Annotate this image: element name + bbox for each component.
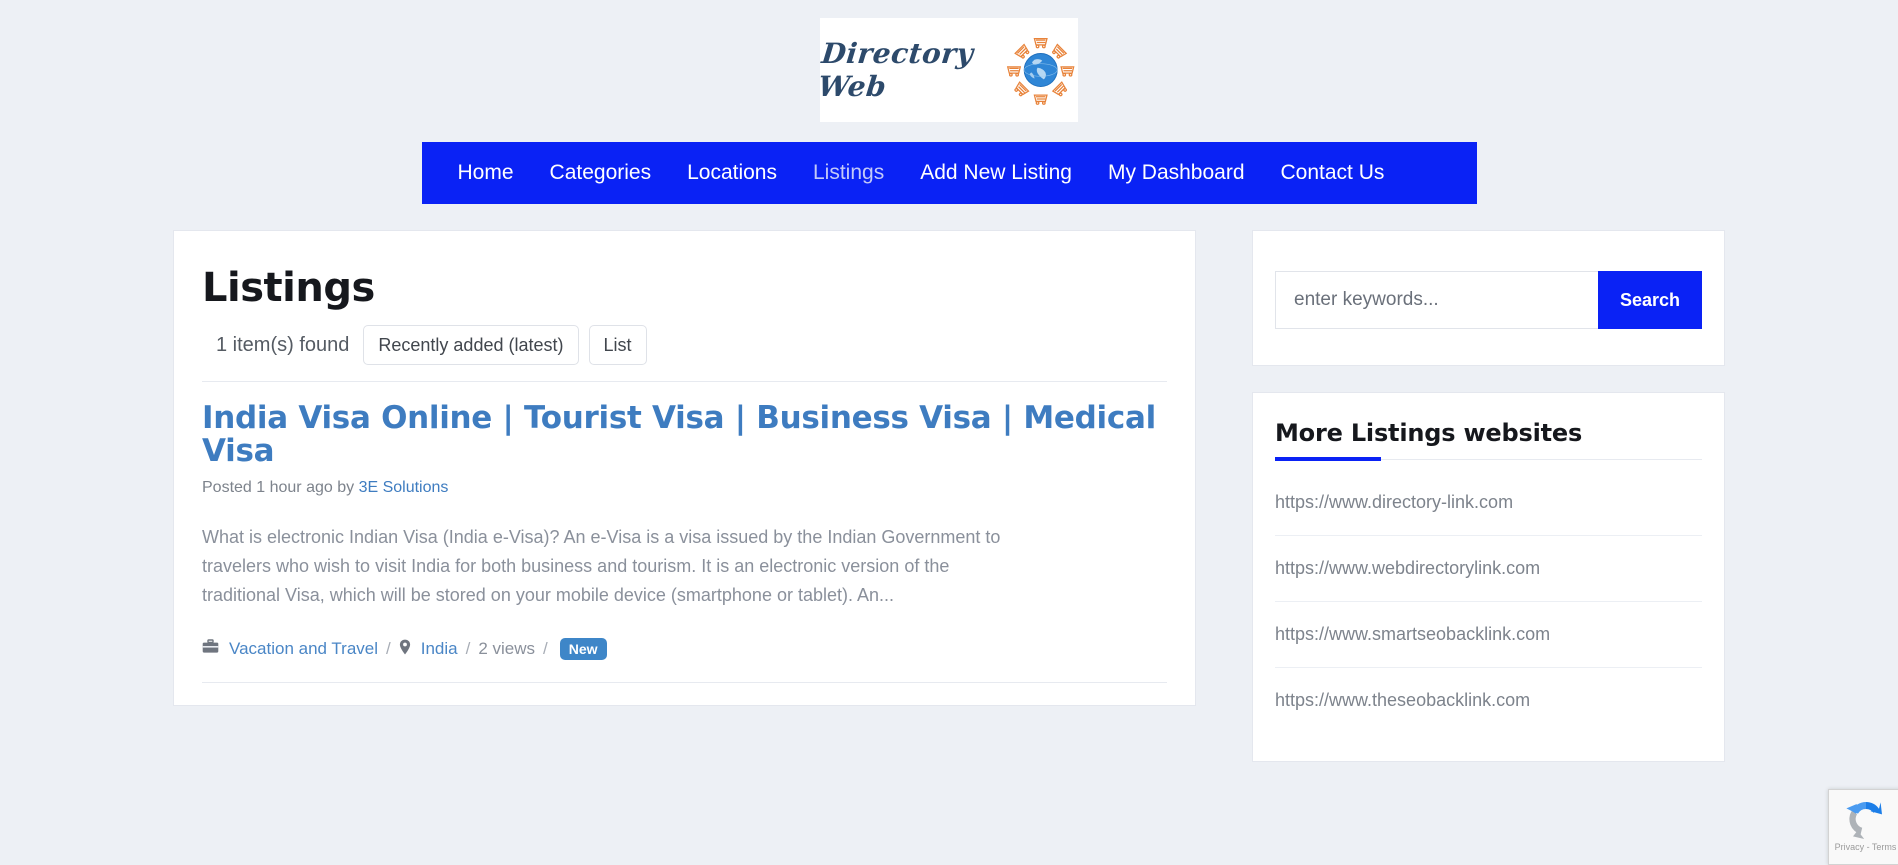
listing-author-link[interactable]: 3E Solutions <box>359 479 449 496</box>
listing-category-link[interactable]: Vacation and Travel <box>229 639 378 659</box>
page-content: Listings 1 item(s) found Recently added … <box>0 230 1898 762</box>
status-badge-new: New <box>559 638 607 661</box>
listing-location-link[interactable]: India <box>421 639 458 659</box>
website-link[interactable]: https://www.webdirectorylink.com <box>1275 536 1702 602</box>
nav-item-my-dashboard[interactable]: My Dashboard <box>1090 142 1263 204</box>
widget-title-rule <box>1275 457 1702 461</box>
website-link[interactable]: https://www.smartseobacklink.com <box>1275 602 1702 668</box>
listings-card: Listings 1 item(s) found Recently added … <box>173 230 1196 707</box>
search-input[interactable] <box>1275 271 1598 329</box>
listing-item: India Visa Online | Tourist Visa | Busin… <box>202 382 1167 684</box>
map-pin-icon <box>399 639 411 660</box>
website-link[interactable]: https://www.directory-link.com <box>1275 470 1702 536</box>
website-link[interactable]: https://www.theseobacklink.com <box>1275 668 1702 733</box>
tag-separator-3: / <box>543 639 548 659</box>
main-navigation: Home Categories Locations Listings Add N… <box>0 142 1898 204</box>
main-column: Listings 1 item(s) found Recently added … <box>173 230 1196 707</box>
listing-views-count: 2 views <box>478 639 536 659</box>
tag-separator-2: / <box>465 639 471 659</box>
more-listings-websites-widget: More Listings websites https://www.direc… <box>1252 392 1725 762</box>
listing-bottom-divider <box>202 682 1167 684</box>
search-widget: Search <box>1252 230 1725 366</box>
nav-item-listings[interactable]: Listings <box>795 142 902 204</box>
sort-select[interactable]: Recently added (latest) <box>363 325 579 365</box>
globe-with-shopping-carts-icon <box>1006 37 1075 105</box>
recaptcha-privacy-terms[interactable]: Privacy - Terms <box>1835 842 1897 852</box>
nav-item-home[interactable]: Home <box>440 142 532 204</box>
listing-description: What is electronic Indian Visa (India e-… <box>202 526 1001 606</box>
page-title: Listings <box>202 265 375 311</box>
filter-row: 1 item(s) found Recently added (latest) … <box>202 325 1167 365</box>
recaptcha-badge[interactable]: Privacy - Terms <box>1828 789 1898 865</box>
tag-separator-1: / <box>386 639 391 659</box>
items-found-count: 1 item(s) found <box>216 333 350 356</box>
site-logo[interactable]: Directory Web <box>816 18 1078 122</box>
search-button[interactable]: Search <box>1597 271 1702 329</box>
briefcase-icon <box>202 639 219 659</box>
recaptcha-icon <box>1845 802 1882 839</box>
listing-tags-row: Vacation and Travel / India / 2 views / … <box>202 638 1167 682</box>
nav-item-categories[interactable]: Categories <box>532 142 670 204</box>
nav-item-contact-us[interactable]: Contact Us <box>1263 142 1403 204</box>
sidebar-column: Search More Listings websites https://ww… <box>1252 230 1725 762</box>
logo-text: Directory Web <box>816 37 976 103</box>
posted-prefix: Posted 1 hour ago by <box>202 478 355 496</box>
nav-item-locations[interactable]: Locations <box>669 142 795 204</box>
view-mode-select[interactable]: List <box>588 325 647 365</box>
nav-item-add-new-listing[interactable]: Add New Listing <box>902 142 1090 204</box>
listing-posted-meta: Posted 1 hour ago by 3E Solutions <box>202 479 1167 497</box>
widget-title: More Listings websites <box>1275 419 1583 447</box>
logo-bar: Directory Web <box>0 0 1898 122</box>
listing-title-link[interactable]: India Visa Online | Tourist Visa | Busin… <box>202 401 1167 469</box>
